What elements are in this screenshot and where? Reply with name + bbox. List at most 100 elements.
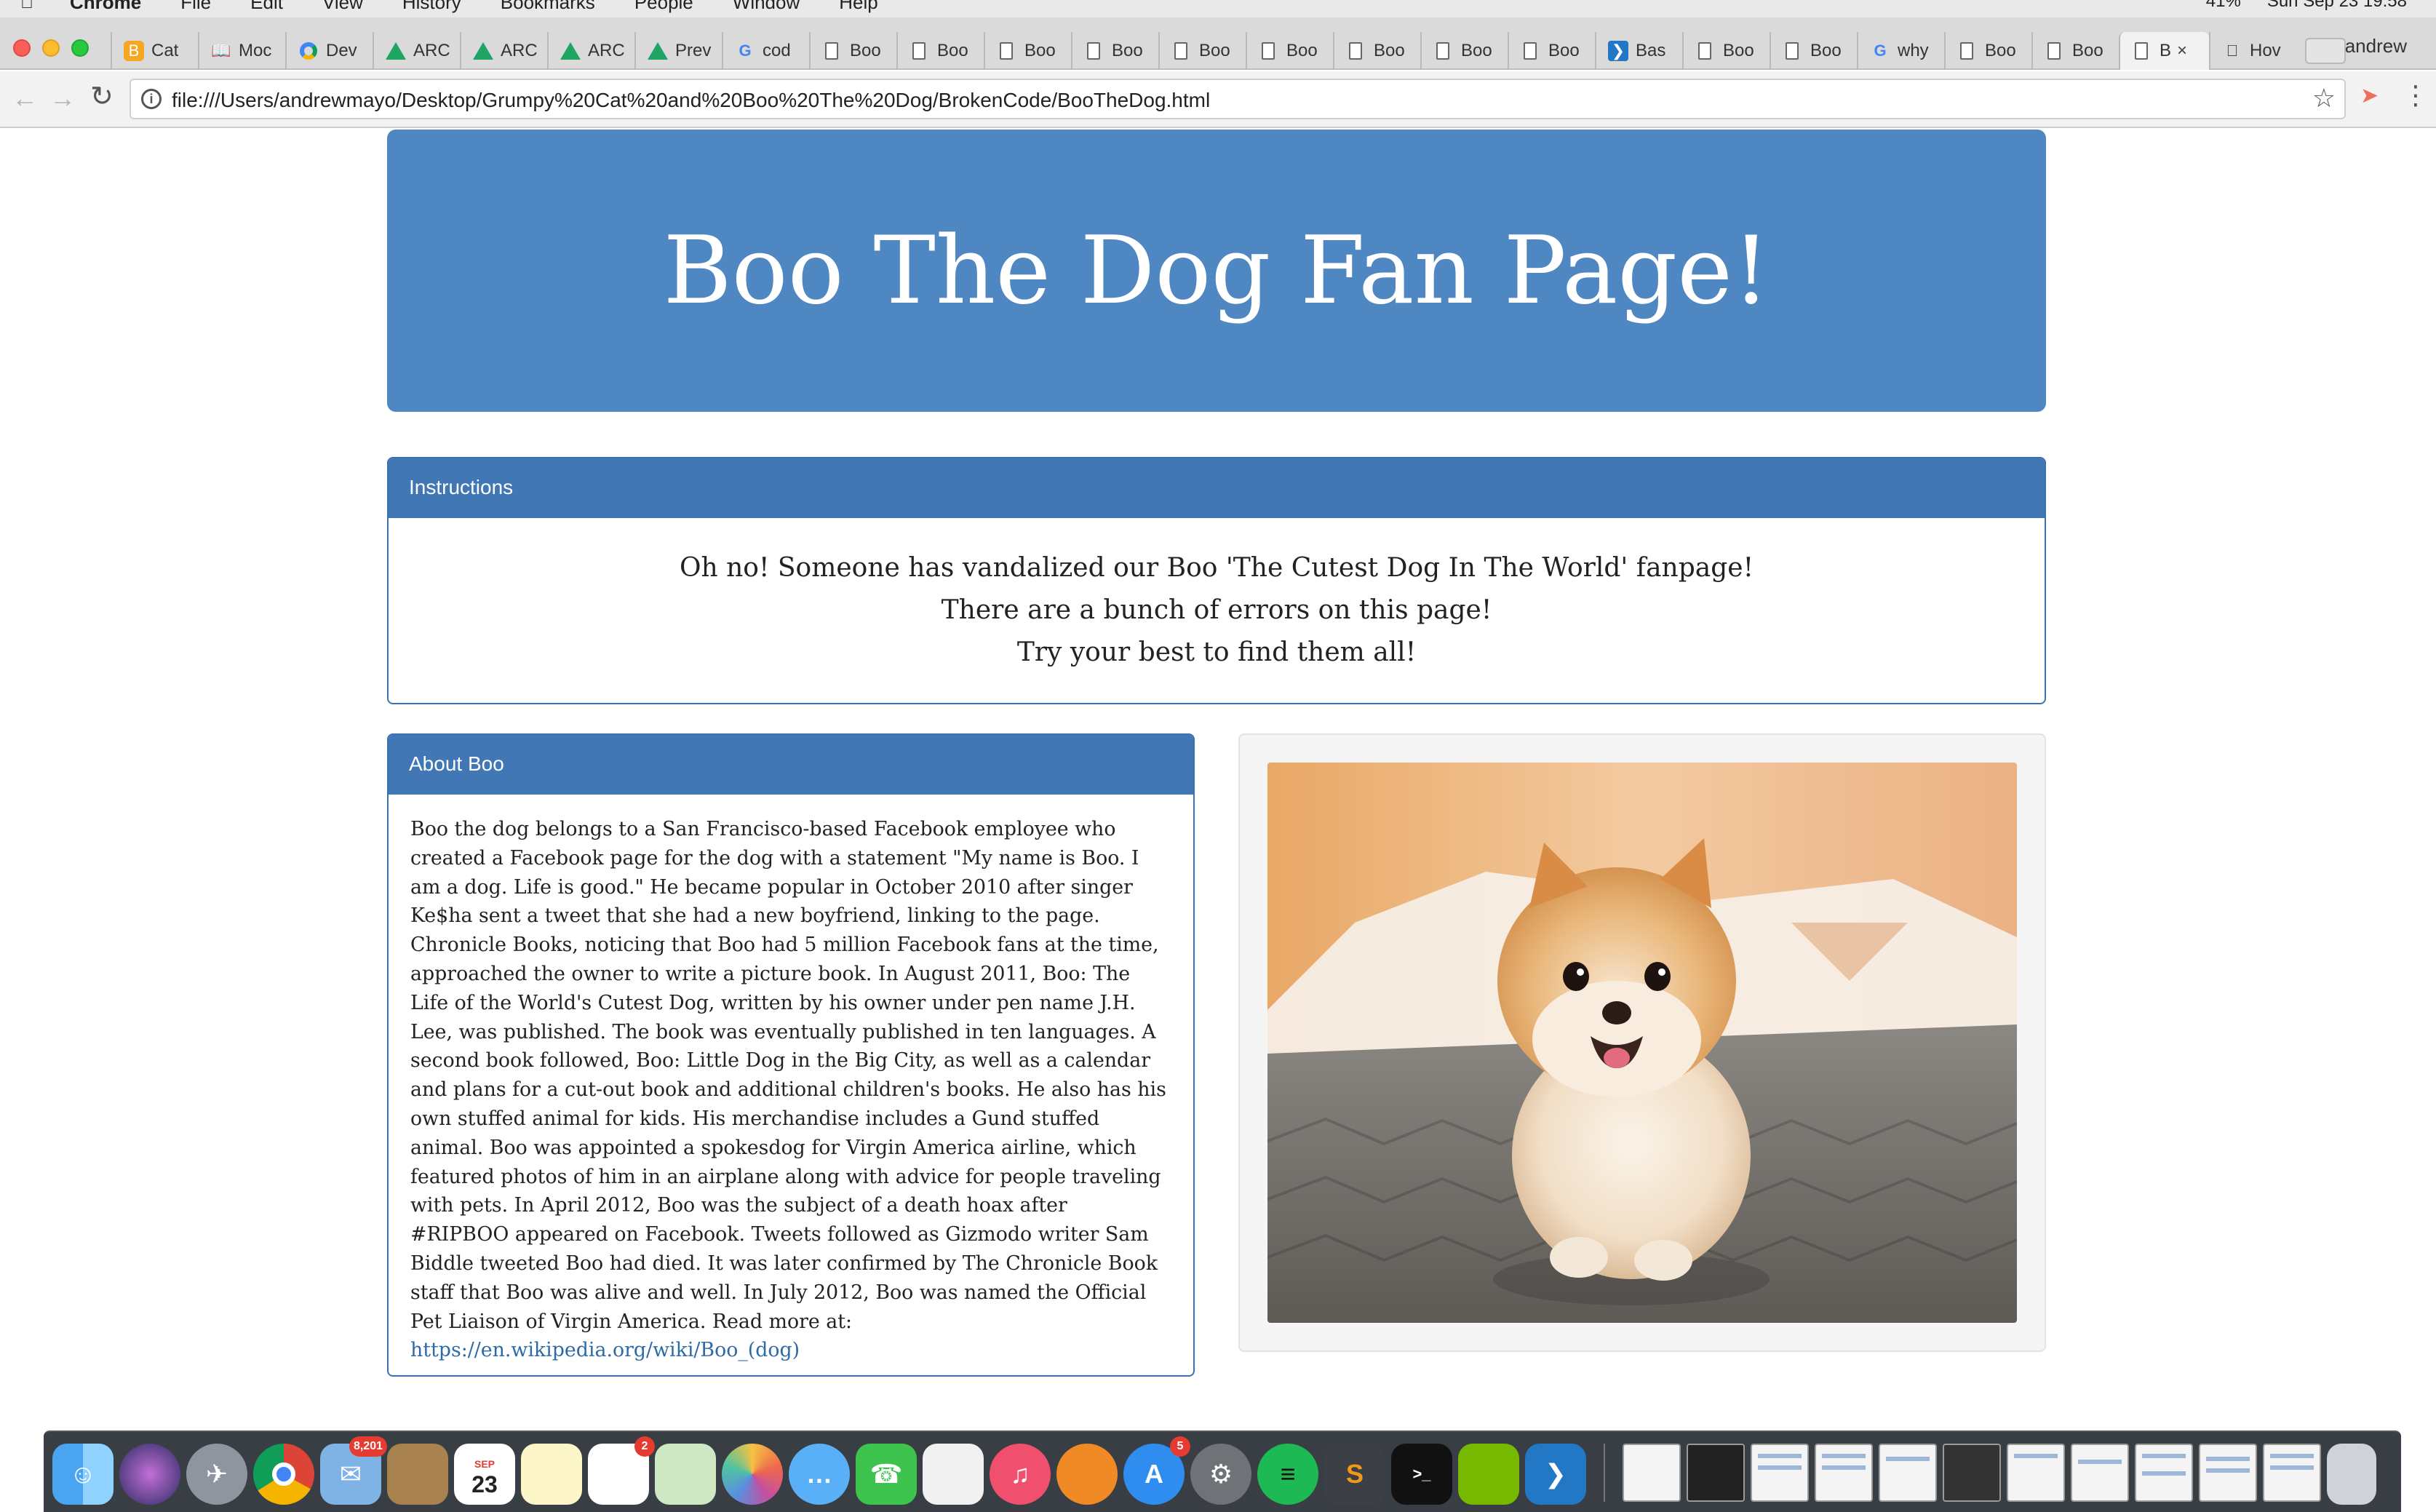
reminders-icon[interactable]: 2 [588, 1436, 655, 1505]
dock-separator [1604, 1444, 1605, 1502]
messages-icon[interactable]: … [789, 1444, 850, 1505]
notes-icon[interactable] [521, 1444, 582, 1505]
zoom-window-button[interactable] [71, 39, 89, 57]
zip-file-thumbnail[interactable] [1623, 1444, 1681, 1502]
browser-tab[interactable]: Boo [1508, 32, 1595, 70]
window-thumbnail[interactable] [2007, 1444, 2065, 1502]
browser-tab[interactable]: Boo [1333, 32, 1420, 70]
close-tab-icon[interactable]: × [2177, 41, 2187, 61]
mail-badge: 8,201 [349, 1436, 387, 1457]
browser-tab[interactable]: ARC [547, 32, 634, 70]
browser-tab[interactable]: Boo [1682, 32, 1770, 70]
launchpad-icon[interactable]: ✈ [186, 1444, 247, 1505]
browser-tab[interactable]: ARC [460, 32, 547, 70]
sublime-text-icon[interactable]: S [1324, 1444, 1385, 1505]
browser-tab[interactable]: Boo [896, 32, 984, 70]
window-thumbnail[interactable] [2263, 1444, 2321, 1502]
active-tab[interactable]: B × [2119, 32, 2209, 70]
window-thumbnail[interactable] [1879, 1444, 1937, 1502]
profile-name[interactable]: andrew [2345, 35, 2407, 57]
finder-icon[interactable]: ☺ [52, 1444, 114, 1505]
maps-icon[interactable] [655, 1444, 716, 1505]
browser-tab[interactable]: ❯ Bas [1595, 32, 1682, 70]
apple-menu-icon[interactable]:  [20, 0, 33, 13]
browser-tab[interactable]: B Cat [111, 32, 198, 70]
browser-tab[interactable]: Boo [984, 32, 1071, 70]
browser-tab[interactable]: Boo [1944, 32, 2031, 70]
browser-tab[interactable]: Boo [1246, 32, 1333, 70]
forward-arrow-icon[interactable]: → [49, 83, 76, 114]
menu-chrome[interactable]: Chrome [70, 0, 141, 14]
window-thumbnail[interactable] [1815, 1444, 1873, 1502]
back-arrow-icon[interactable]: ← [12, 83, 38, 114]
browser-tab[interactable]: Boo [809, 32, 896, 70]
browser-tab[interactable]: Boo [1158, 32, 1246, 70]
itunes-icon[interactable]: ♫ [990, 1444, 1051, 1505]
spotify-icon[interactable]: ≡ [1257, 1444, 1318, 1505]
calendar-icon[interactable]: SEP 23 [454, 1444, 515, 1505]
new-tab-button[interactable] [2305, 38, 2346, 64]
siri-icon[interactable] [119, 1444, 180, 1505]
terminal-icon[interactable]: >_ [1391, 1444, 1452, 1505]
bookmark-star-icon[interactable]: ☆ [2312, 83, 2336, 114]
app-store-icon[interactable]: A5 [1123, 1436, 1190, 1505]
book-icon: 📖 [211, 41, 231, 60]
mail-icon[interactable]: ✉ 8,201 [320, 1436, 387, 1505]
menu-edit[interactable]: Edit [250, 0, 283, 14]
browser-tab[interactable]: Gcod [722, 32, 809, 70]
menu-bookmarks[interactable]: Bookmarks [501, 0, 595, 14]
document-icon [1349, 42, 1362, 60]
wikipedia-link[interactable]: https://en.wikipedia.org/wiki/Boo_(dog) [410, 1339, 800, 1361]
menu-window[interactable]: Window [733, 0, 800, 14]
about-panel: About Boo Boo the dog belongs to a San F… [387, 733, 1195, 1377]
menu-history[interactable]: History [402, 0, 461, 14]
window-thumbnail[interactable] [1943, 1444, 2001, 1502]
ibooks-icon[interactable] [1056, 1444, 1118, 1505]
tab-label: Moc [239, 41, 272, 60]
google-drive-icon [473, 42, 493, 60]
photo-well [1238, 733, 2046, 1352]
menu-view[interactable]: View [322, 0, 363, 14]
tab-label: Boo [1374, 41, 1405, 60]
system-preferences-icon[interactable]: ⚙ [1190, 1444, 1251, 1505]
browser-tab[interactable]: Boo [1770, 32, 1857, 70]
minimize-window-button[interactable] [42, 39, 60, 57]
trash-icon[interactable] [2327, 1444, 2376, 1505]
facetime-icon[interactable]: ☎ [856, 1444, 917, 1505]
browser-tab[interactable]: Boo [1071, 32, 1158, 70]
browser-tab[interactable]: Boo [2031, 32, 2119, 70]
vscode-icon[interactable]: ❯ [1525, 1444, 1586, 1505]
photos-icon[interactable] [722, 1444, 783, 1505]
menubar-clock[interactable]: Sun Sep 23 19:58 [2267, 0, 2407, 12]
window-thumbnail[interactable] [1687, 1444, 1745, 1502]
browser-tab[interactable]: Prev [634, 32, 722, 70]
reload-icon[interactable]: ↻ [90, 80, 114, 113]
menu-people[interactable]: People [634, 0, 693, 14]
tab-label: Hov [2250, 41, 2281, 60]
browser-tab[interactable]: Gwhy [1857, 32, 1944, 70]
contacts-icon[interactable] [387, 1444, 448, 1505]
nvidia-icon[interactable] [1458, 1444, 1519, 1505]
info-icon[interactable]: i [141, 89, 162, 109]
window-thumbnail[interactable] [2199, 1444, 2257, 1502]
pages-icon[interactable] [923, 1444, 984, 1505]
browser-tab[interactable]: ARC [373, 32, 460, 70]
extension-icon[interactable]: ➤ [2360, 83, 2379, 108]
tab-label: ARC [413, 41, 450, 60]
browser-tab[interactable]: 📖 Moc [198, 32, 285, 70]
address-bar[interactable]: i file:///Users/andrewmayo/Desktop/Grump… [130, 79, 2346, 119]
address-bar-url[interactable]: file:///Users/andrewmayo/Desktop/Grumpy%… [172, 89, 1210, 112]
window-thumbnail[interactable] [2135, 1444, 2193, 1502]
battery-percent[interactable]: 41% [2206, 0, 2241, 12]
chrome-menu-icon[interactable]: ⋮ [2403, 80, 2429, 111]
window-thumbnail[interactable] [2071, 1444, 2129, 1502]
browser-tab[interactable]: Boo [1420, 32, 1508, 70]
browser-tab[interactable]:  Hov [2209, 32, 2296, 70]
browser-tab[interactable]: Dev [285, 32, 373, 70]
menu-file[interactable]: File [180, 0, 211, 14]
close-window-button[interactable] [13, 39, 31, 57]
menu-help[interactable]: Help [839, 0, 877, 14]
dock-apps: ☺ ✈ ✉ 8,201 SEP 23 2 … ☎ ♫ A5 ⚙ ≡ S >_ ❯ [52, 1436, 2376, 1505]
window-thumbnail[interactable] [1751, 1444, 1809, 1502]
chrome-icon[interactable] [253, 1444, 314, 1505]
